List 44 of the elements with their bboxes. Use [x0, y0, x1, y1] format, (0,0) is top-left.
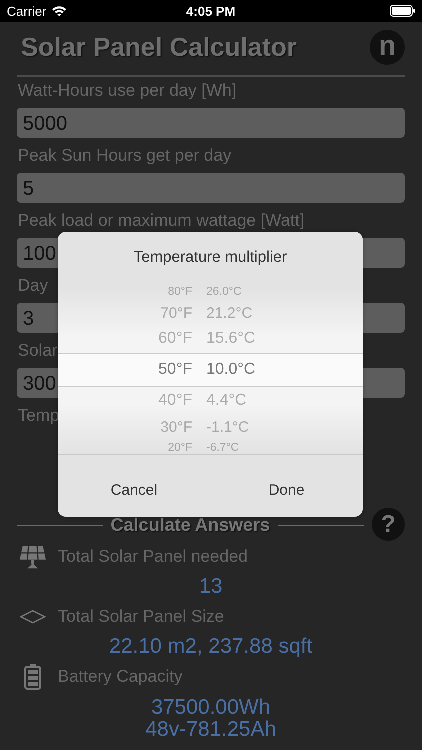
app-title: Solar Panel Calculator: [21, 32, 297, 63]
celsius-option[interactable]: 15.6°C: [206, 330, 276, 348]
solar-panel-icon: [19, 544, 47, 570]
celsius-option[interactable]: 21.2°C: [206, 304, 276, 322]
fahrenheit-option[interactable]: 80°F: [144, 287, 192, 298]
fahrenheit-option[interactable]: 70°F: [144, 304, 192, 322]
temperature-picker[interactable]: 80°F 26.0°C 70°F 21.2°C 60°F 15.6°C 50°F 10.0°C 40°F 4.4°C 30°F -1.1°C 20°F -6.7°C: [58, 287, 363, 454]
result-label: Total Solar Panel needed: [58, 547, 248, 567]
field-label: Temp: [18, 407, 60, 425]
fahrenheit-option[interactable]: 60°F: [144, 330, 192, 348]
field-label: Solar: [18, 342, 58, 360]
result-value: 37500.00Wh: [151, 697, 271, 719]
done-button[interactable]: Done: [210, 455, 363, 517]
number-field[interactable]: 5: [17, 173, 405, 203]
diamond-icon: [20, 610, 46, 624]
battery-icon: [24, 664, 42, 690]
result-value: 22.10 m2, 237.88 sqft: [109, 634, 313, 660]
clock-time: 4:05 PM: [186, 4, 236, 19]
result-value: 48v-781.25Ah: [146, 719, 276, 741]
result-value: 13: [199, 574, 223, 600]
number-field[interactable]: 5000: [17, 108, 405, 138]
section-heading: Calculate Answers: [110, 514, 270, 536]
field-label: Day: [18, 277, 48, 295]
fahrenheit-option[interactable]: 50°F: [144, 361, 192, 379]
celsius-option[interactable]: 4.4°C: [206, 392, 276, 410]
fahrenheit-option[interactable]: 40°F: [144, 392, 192, 410]
wifi-icon: [52, 6, 67, 16]
fahrenheit-option[interactable]: 20°F: [144, 442, 192, 454]
result-label: Battery Capacity: [58, 667, 183, 687]
battery-icon: [390, 5, 416, 17]
celsius-option[interactable]: 26.0°C: [206, 287, 276, 298]
carrier-name: Carrier: [7, 4, 47, 18]
field-label: Watt-Hours use per day [Wh]: [18, 82, 237, 100]
fahrenheit-option[interactable]: 30°F: [144, 418, 192, 436]
dialog-title: Temperature multiplier: [132, 248, 288, 268]
celsius-option[interactable]: 10.0°C: [206, 361, 276, 379]
cancel-button[interactable]: Cancel: [58, 455, 210, 517]
field-label: Peak Sun Hours get per day: [18, 147, 232, 165]
result-label: Total Solar Panel Size: [58, 607, 224, 627]
celsius-option[interactable]: -1.1°C: [206, 418, 276, 436]
celsius-option[interactable]: -6.7°C: [206, 442, 276, 454]
field-label: Peak load or maximum wattage [Watt]: [18, 212, 305, 230]
app-logo[interactable]: n: [370, 30, 405, 65]
help-button[interactable]: ?: [372, 508, 405, 541]
